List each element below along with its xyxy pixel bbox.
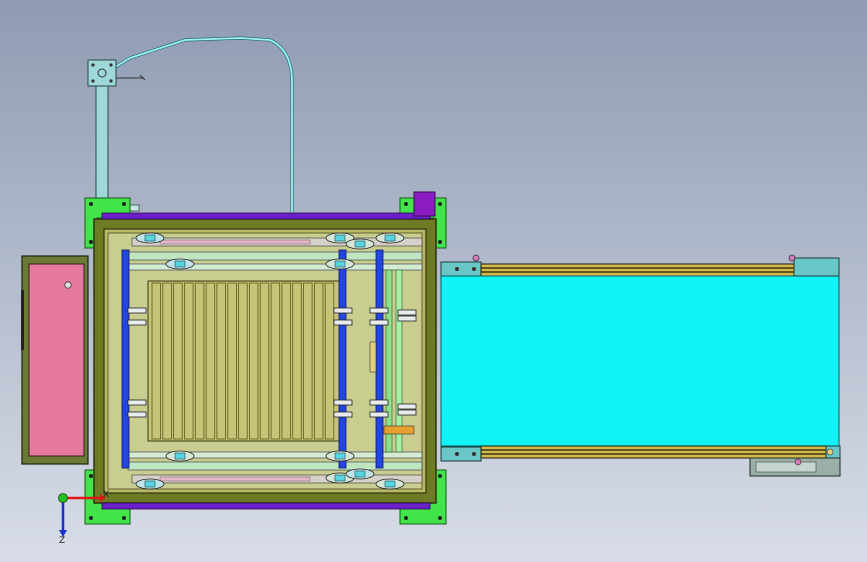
cabinet-door[interactable] <box>28 263 85 457</box>
slat <box>281 282 291 440</box>
gear-hub <box>334 234 346 242</box>
clamp-block <box>397 409 417 416</box>
gear-hub <box>334 452 346 460</box>
slat <box>238 282 248 440</box>
gear-hub <box>384 480 396 488</box>
gear-hub <box>384 234 396 242</box>
clamp-block <box>127 307 147 314</box>
slat <box>324 282 335 440</box>
slat-tray[interactable] <box>147 280 341 442</box>
triad-y-axis-icon <box>58 493 68 503</box>
orange-coupling[interactable] <box>383 425 415 435</box>
conveyor-belt[interactable] <box>440 254 841 477</box>
clamp-block <box>127 411 147 418</box>
drive-shaft-a[interactable] <box>385 269 393 453</box>
gear-hub <box>354 240 366 248</box>
blue-post-right[interactable] <box>375 249 384 469</box>
slat <box>227 282 237 440</box>
clamp-block <box>333 399 353 406</box>
top-purple-rail[interactable] <box>101 212 431 220</box>
clamp-block <box>397 309 417 316</box>
assembly-drawing[interactable]: X Z <box>0 0 867 562</box>
clamp-block <box>127 399 147 406</box>
clamp-block <box>397 403 417 410</box>
gear-hub <box>354 470 366 478</box>
blue-post-left[interactable] <box>121 249 130 469</box>
clamp-block <box>369 411 389 418</box>
slat <box>205 282 216 440</box>
cad-viewport[interactable]: X Z <box>0 0 867 562</box>
slat <box>194 282 205 440</box>
triad-x-label: X <box>103 490 109 500</box>
gear-hub <box>334 474 346 482</box>
slat <box>248 282 259 440</box>
conveyor-surface <box>440 275 840 447</box>
control-cabinet[interactable] <box>21 255 89 465</box>
slat <box>173 282 183 440</box>
slat <box>162 282 172 440</box>
slat <box>259 282 270 440</box>
triad-z-label: Z <box>59 536 65 546</box>
clamp-block <box>333 411 353 418</box>
bottom-purple-rail[interactable] <box>101 502 431 510</box>
clamp-block <box>369 399 389 406</box>
clamp-block <box>369 307 389 314</box>
drive-shaft-b[interactable] <box>395 269 403 453</box>
slat <box>151 282 162 440</box>
cabinet-lock-icon[interactable] <box>64 281 72 289</box>
clamp-block <box>397 315 417 322</box>
slat <box>270 282 281 440</box>
gear-hub <box>144 234 156 242</box>
slat <box>313 282 324 440</box>
slat <box>292 282 302 440</box>
slat <box>216 282 226 440</box>
slat <box>303 282 313 440</box>
gear-hub <box>174 260 186 268</box>
blue-post-center[interactable] <box>338 249 347 469</box>
gear-hub <box>334 260 346 268</box>
clamp-block <box>333 307 353 314</box>
slat <box>184 282 194 440</box>
gear-hub <box>174 452 186 460</box>
clamp-block <box>369 319 389 326</box>
gear-hub <box>144 480 156 488</box>
clamp-block <box>333 319 353 326</box>
purple-actuator[interactable] <box>413 191 436 217</box>
clamp-block <box>127 319 147 326</box>
